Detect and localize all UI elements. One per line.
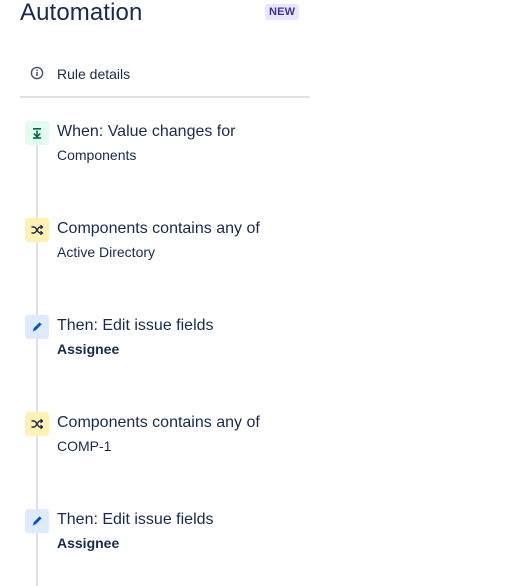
pencil-icon	[25, 509, 49, 533]
step-title: When: Value changes for	[57, 123, 236, 140]
step-title: Components contains any of	[57, 414, 260, 431]
shuffle-icon	[25, 412, 49, 436]
step-subtitle: Components	[57, 147, 137, 163]
step-subtitle: COMP-1	[57, 438, 112, 454]
automation-panel: Automation NEW Rule details When: Value …	[0, 0, 528, 586]
trigger-icon	[25, 121, 49, 145]
rule-details-label: Rule details	[57, 66, 131, 82]
step-title: Then: Edit issue fields	[57, 317, 214, 334]
step-subtitle: Assignee	[57, 535, 120, 551]
step-subtitle: Assignee	[57, 341, 120, 357]
step-subtitle: Active Directory	[57, 244, 156, 260]
step-title: Then: Edit issue fields	[57, 511, 214, 528]
page-title: Automation	[20, 0, 143, 26]
shuffle-icon	[25, 218, 49, 242]
pencil-icon	[25, 315, 49, 339]
step-title: Components contains any of	[57, 220, 260, 237]
rule-details-item[interactable]: Rule details	[20, 56, 310, 98]
info-icon	[30, 66, 44, 80]
new-badge: NEW	[265, 4, 300, 20]
